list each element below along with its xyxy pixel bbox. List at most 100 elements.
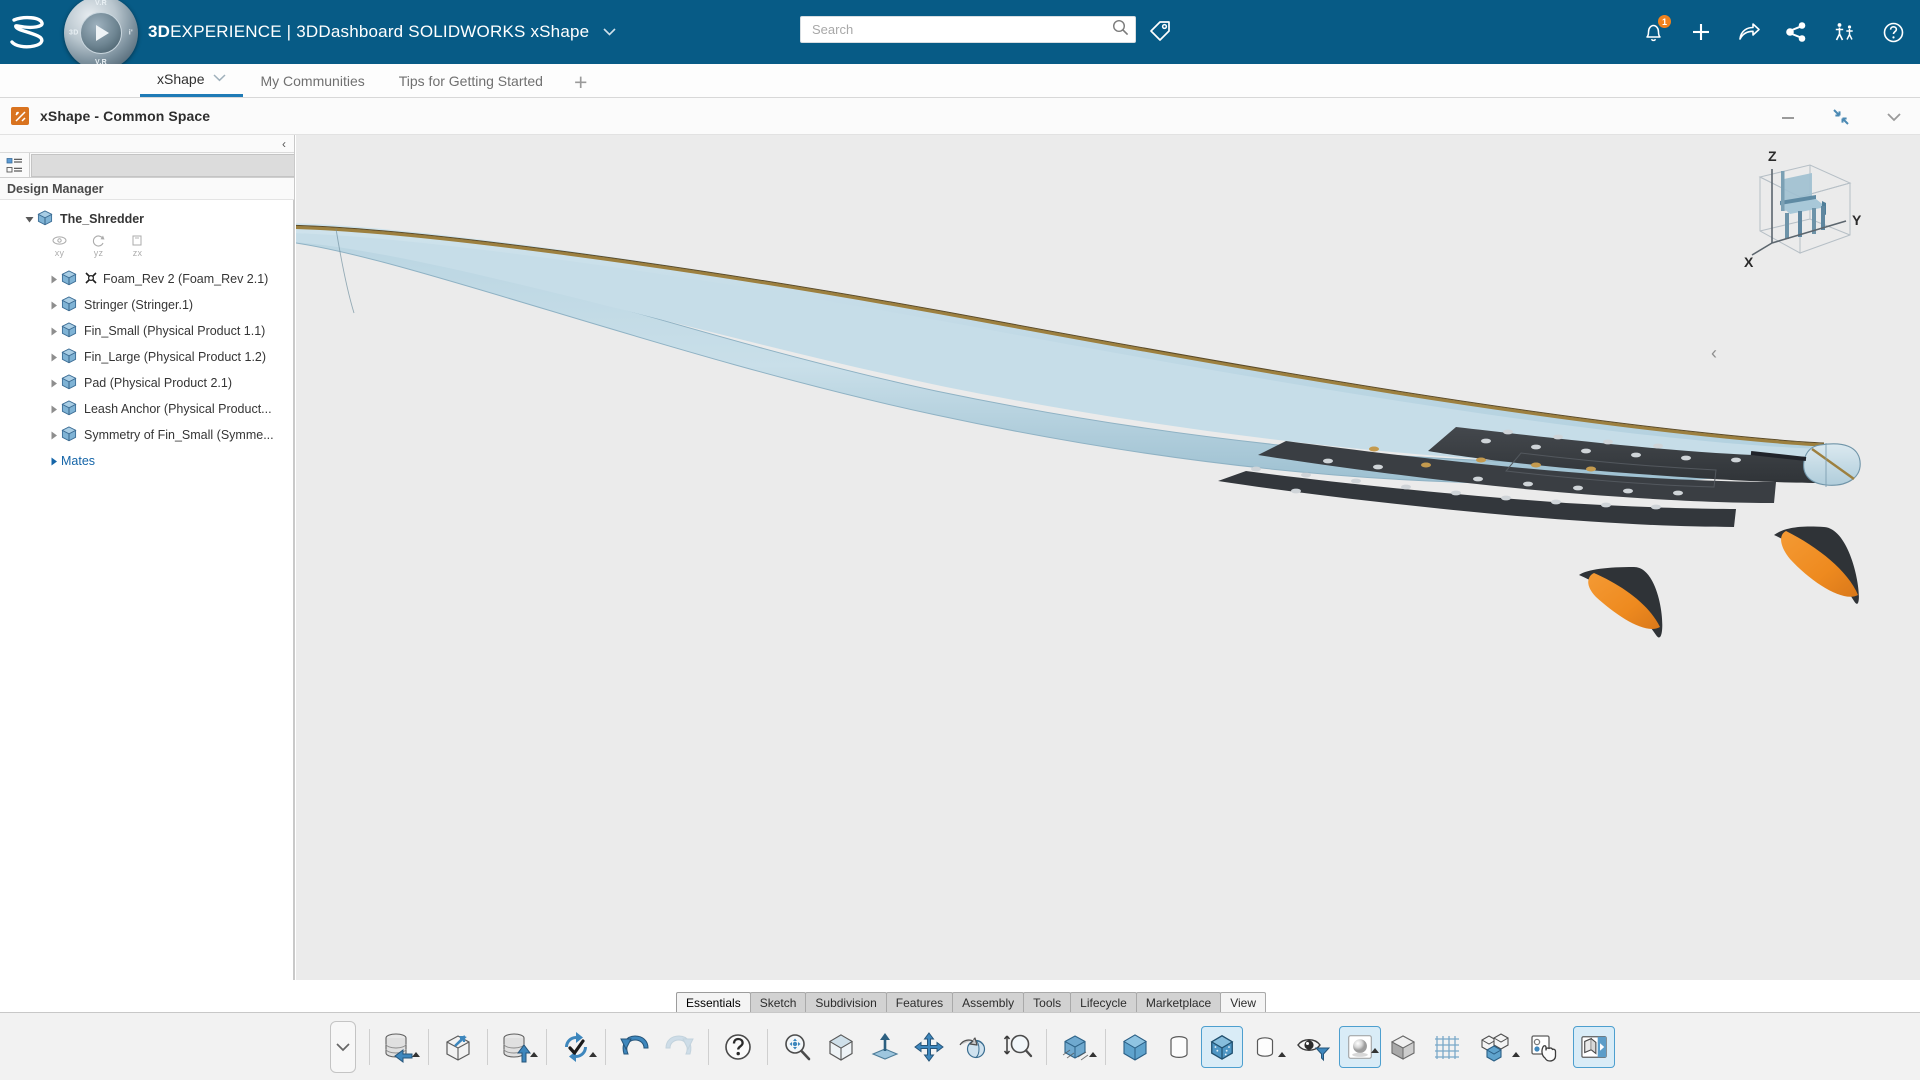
cmdtab-tools[interactable]: Tools	[1023, 992, 1072, 1012]
tab-tips-for-getting-started[interactable]: Tips for Getting Started	[382, 64, 560, 97]
add-icon[interactable]	[1688, 19, 1714, 45]
cmdtab-essentials[interactable]: Essentials	[676, 992, 751, 1012]
panel-filter-bar[interactable]	[31, 154, 294, 177]
tree-item-leash-anchor[interactable]: Leash Anchor (Physical Product...	[0, 396, 293, 422]
viewport-collapse-icon[interactable]: ‹	[1711, 343, 1717, 364]
expand-caret-icon[interactable]	[22, 215, 37, 224]
view-compass[interactable]: Z Y X	[1728, 143, 1868, 273]
material-button[interactable]	[1381, 1023, 1425, 1071]
cmdtab-assembly[interactable]: Assembly	[952, 992, 1025, 1012]
tree-item-pad[interactable]: Pad (Physical Product 2.1)	[0, 370, 293, 396]
collaboration-icon[interactable]	[1832, 19, 1858, 45]
open-local-button[interactable]	[436, 1023, 480, 1071]
compass-play-button[interactable]	[80, 12, 122, 54]
tab-xshape[interactable]: xShape	[140, 64, 244, 97]
axis-label-z: Z	[1768, 148, 1777, 164]
wireframe-button[interactable]	[1157, 1023, 1201, 1071]
dropdown-caret-icon[interactable]	[412, 1051, 420, 1057]
dropdown-caret-icon[interactable]	[1512, 1051, 1520, 1057]
pan-button[interactable]	[907, 1023, 951, 1071]
surfboard-model[interactable]	[296, 135, 1920, 980]
tree-item-fin-small[interactable]: Fin_Small (Physical Product 1.1)	[0, 318, 293, 344]
chevron-down-icon[interactable]	[213, 73, 227, 85]
expand-caret-icon[interactable]	[46, 275, 61, 284]
show-panel-button[interactable]	[1573, 1025, 1615, 1068]
toolbar-expand-button[interactable]	[330, 1020, 356, 1073]
tree-item-mates[interactable]: Mates	[0, 448, 293, 474]
cmdtab-marketplace[interactable]: Marketplace	[1135, 992, 1222, 1012]
cmdtab-subdivision[interactable]: Subdivision	[805, 992, 887, 1012]
appearance-button[interactable]	[1339, 1025, 1381, 1068]
expand-caret-icon[interactable]	[46, 353, 61, 362]
search-icon[interactable]	[1112, 19, 1129, 41]
dropdown-caret-icon[interactable]	[1371, 1047, 1379, 1053]
tab-my-communities[interactable]: My Communities	[243, 64, 381, 97]
restore-button[interactable]	[1831, 107, 1851, 127]
dropdown-caret-icon[interactable]	[530, 1051, 538, 1057]
share-network-icon[interactable]	[1784, 19, 1810, 45]
tree-item-symmetry-of-fin-small[interactable]: Symmetry of Fin_Small (Symme...	[0, 422, 293, 448]
search-box[interactable]	[800, 16, 1136, 43]
reference-planes-row: xy yz zx	[0, 232, 293, 266]
redo-button[interactable]	[657, 1023, 701, 1071]
minimize-button[interactable]	[1778, 107, 1798, 127]
grid-button[interactable]	[1425, 1023, 1469, 1071]
cmdtab-lifecycle[interactable]: Lifecycle	[1070, 992, 1137, 1012]
plane-yz-icon[interactable]: yz	[91, 234, 106, 258]
share-arrow-icon[interactable]	[1736, 19, 1762, 45]
update-refresh-button[interactable]	[554, 1023, 598, 1071]
expand-caret-icon[interactable]	[46, 379, 61, 388]
tree-view-icon[interactable]	[0, 153, 30, 177]
dropdown-caret-icon[interactable]	[1278, 1051, 1286, 1057]
cmdtab-features[interactable]: Features	[885, 992, 954, 1012]
undo-button[interactable]	[613, 1023, 657, 1071]
open-from-database-button[interactable]	[377, 1023, 421, 1071]
product-cube-icon	[37, 209, 53, 229]
expand-caret-icon[interactable]	[46, 327, 61, 336]
exploded-view-button[interactable]	[1469, 1023, 1521, 1071]
shaded-button[interactable]	[1113, 1023, 1157, 1071]
zoom-window-button[interactable]	[995, 1023, 1039, 1071]
panel-collapse-icon[interactable]: ‹	[282, 136, 286, 152]
dassault-systemes-logo[interactable]	[0, 0, 56, 64]
app-window-title: xShape - Common Space	[40, 108, 211, 124]
help-icon[interactable]	[1880, 19, 1906, 45]
tree-item-fin-large[interactable]: Fin_Large (Physical Product 1.2)	[0, 344, 293, 370]
tree-item-foam-rev-2[interactable]: Foam_Rev 2 (Foam_Rev 2.1)	[0, 266, 293, 292]
search-input[interactable]	[812, 22, 1112, 37]
window-more-button[interactable]	[1884, 107, 1904, 127]
tree-root-the-shredder[interactable]: The_Shredder	[0, 206, 293, 232]
expand-caret-icon[interactable]	[46, 405, 61, 414]
plane-zx-icon[interactable]: zx	[130, 234, 145, 258]
hidden-edges-button[interactable]	[1054, 1023, 1098, 1071]
cmdtab-view[interactable]: View	[1220, 992, 1267, 1012]
isometric-view-button[interactable]	[819, 1023, 863, 1071]
normal-to-button[interactable]	[863, 1023, 907, 1071]
plane-yz-label: yz	[93, 248, 104, 258]
expand-caret-icon[interactable]	[46, 431, 61, 440]
add-tab-button[interactable]: +	[560, 67, 601, 97]
expand-caret-icon[interactable]	[46, 457, 61, 466]
dropdown-caret-icon[interactable]	[1089, 1051, 1097, 1057]
3d-viewport[interactable]: ‹ Z Y X	[296, 135, 1920, 980]
visibility-filter-button[interactable]	[1287, 1023, 1339, 1071]
cmdtab-sketch[interactable]: Sketch	[749, 992, 807, 1012]
notifications-icon[interactable]: 1	[1640, 14, 1672, 45]
shaded-with-edges-button[interactable]	[1201, 1025, 1243, 1068]
dropdown-caret-icon[interactable]	[589, 1051, 597, 1057]
tree-item-label: Mates	[61, 454, 96, 468]
tree-item-label: Pad (Physical Product 2.1)	[84, 376, 232, 390]
brand-chevron-down-icon[interactable]	[603, 24, 616, 39]
expand-caret-icon[interactable]	[46, 301, 61, 310]
zoom-to-fit-button[interactable]	[775, 1023, 819, 1071]
brand-title[interactable]: 3DEXPERIENCE | 3DDashboard SOLIDWORKS xS…	[148, 22, 616, 42]
tag-icon[interactable]	[1148, 19, 1173, 47]
help-button[interactable]	[716, 1023, 760, 1071]
plane-xy-icon[interactable]: xy	[52, 234, 67, 258]
display-style-button[interactable]	[1243, 1023, 1287, 1071]
selection-filter-button[interactable]	[1521, 1023, 1573, 1071]
rotate-button[interactable]	[951, 1023, 995, 1071]
navigation-compass[interactable]: V.R 3D i' V.R	[56, 0, 142, 70]
save-to-database-button[interactable]	[495, 1023, 539, 1071]
tree-item-stringer[interactable]: Stringer (Stringer.1)	[0, 292, 293, 318]
